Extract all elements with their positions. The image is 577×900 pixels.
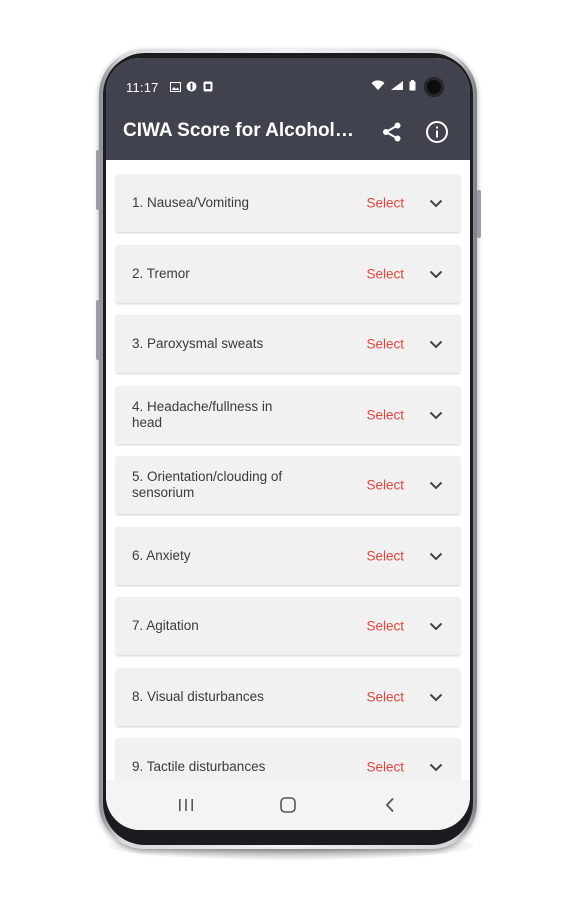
chevron-down-icon[interactable] bbox=[428, 195, 444, 211]
criterion-card-tremor[interactable]: 2. Tremor Select bbox=[116, 245, 460, 303]
criterion-label: 8. Visual disturbances bbox=[132, 689, 264, 704]
chevron-down-icon[interactable] bbox=[428, 336, 444, 352]
chevron-down-icon[interactable] bbox=[428, 407, 444, 423]
criterion-label: 7. Agitation bbox=[132, 618, 199, 633]
criterion-label: 2. Tremor bbox=[132, 266, 190, 281]
info-button[interactable] bbox=[423, 118, 451, 146]
alarm-icon bbox=[186, 81, 197, 92]
share-icon bbox=[383, 122, 401, 142]
criterion-label: 4. Headache/fullness in head bbox=[132, 399, 273, 430]
back-icon[interactable] bbox=[378, 793, 402, 817]
criterion-card-agitation[interactable]: 7. Agitation Select bbox=[116, 597, 460, 655]
criterion-select[interactable]: Select bbox=[366, 760, 404, 775]
phone-screen: 11:17 CIWA Score for Alcohol W 1. Nausea… bbox=[106, 58, 470, 830]
criterion-label: 9. Tactile disturbances bbox=[132, 759, 266, 774]
navigation-bar bbox=[106, 780, 470, 830]
chevron-down-icon[interactable] bbox=[428, 266, 444, 282]
device-stage: 11:17 CIWA Score for Alcohol W 1. Nausea… bbox=[0, 0, 577, 900]
criterion-select[interactable]: Select bbox=[366, 337, 404, 352]
status-bar: 11:17 bbox=[106, 58, 470, 104]
criterion-card-orientation[interactable]: 5. Orientation/clouding of sensorium Sel… bbox=[116, 456, 460, 514]
criterion-select[interactable]: Select bbox=[366, 408, 404, 423]
chevron-down-icon[interactable] bbox=[428, 477, 444, 493]
app-bar: CIWA Score for Alcohol Withdrawal bbox=[106, 104, 470, 160]
status-time: 11:17 bbox=[126, 80, 159, 95]
criterion-card-sweats[interactable]: 3. Paroxysmal sweats Select bbox=[116, 315, 460, 373]
chevron-down-icon[interactable] bbox=[428, 548, 444, 564]
home-icon[interactable] bbox=[276, 793, 300, 817]
criterion-label: 3. Paroxysmal sweats bbox=[132, 336, 264, 351]
front-camera bbox=[424, 77, 444, 97]
chevron-down-icon[interactable] bbox=[428, 689, 444, 705]
chevron-down-icon[interactable] bbox=[428, 759, 444, 775]
criterion-select[interactable]: Select bbox=[366, 549, 404, 564]
status-system-icons bbox=[371, 80, 416, 91]
criterion-select[interactable]: Select bbox=[366, 619, 404, 634]
criterion-label: 6. Anxiety bbox=[132, 548, 191, 563]
criterion-select[interactable]: Select bbox=[366, 196, 404, 211]
criterion-card-anxiety[interactable]: 6. Anxiety Select bbox=[116, 527, 460, 585]
info-icon bbox=[426, 121, 448, 143]
criterion-label: 1. Nausea/Vomiting bbox=[132, 195, 250, 210]
criterion-card-tactile[interactable]: 9. Tactile disturbances Select bbox=[116, 738, 460, 780]
wifi-icon bbox=[371, 80, 385, 91]
criteria-list: 1. Nausea/Vomiting Select 2. Tremor Sele… bbox=[106, 160, 470, 780]
share-button[interactable] bbox=[378, 118, 406, 146]
app-notification-icon bbox=[202, 81, 213, 92]
status-notification-icons bbox=[170, 81, 213, 92]
criterion-card-visual[interactable]: 8. Visual disturbances Select bbox=[116, 668, 460, 726]
image-icon bbox=[170, 81, 181, 92]
app-title: CIWA Score for Alcohol Withdrawal bbox=[123, 120, 359, 141]
signal-icon bbox=[390, 80, 404, 91]
volume-button bbox=[96, 150, 100, 210]
criterion-select[interactable]: Select bbox=[366, 478, 404, 493]
battery-icon bbox=[409, 80, 416, 91]
criterion-select[interactable]: Select bbox=[366, 267, 404, 282]
power-button bbox=[477, 190, 481, 238]
recents-icon[interactable] bbox=[174, 793, 198, 817]
criterion-select[interactable]: Select bbox=[366, 690, 404, 705]
chevron-down-icon[interactable] bbox=[428, 618, 444, 634]
bixby-button bbox=[96, 300, 100, 360]
criterion-card-nausea[interactable]: 1. Nausea/Vomiting Select bbox=[116, 174, 460, 232]
criterion-card-headache[interactable]: 4. Headache/fullness in head Select bbox=[116, 386, 460, 444]
criterion-label: 5. Orientation/clouding of sensorium bbox=[132, 469, 283, 500]
